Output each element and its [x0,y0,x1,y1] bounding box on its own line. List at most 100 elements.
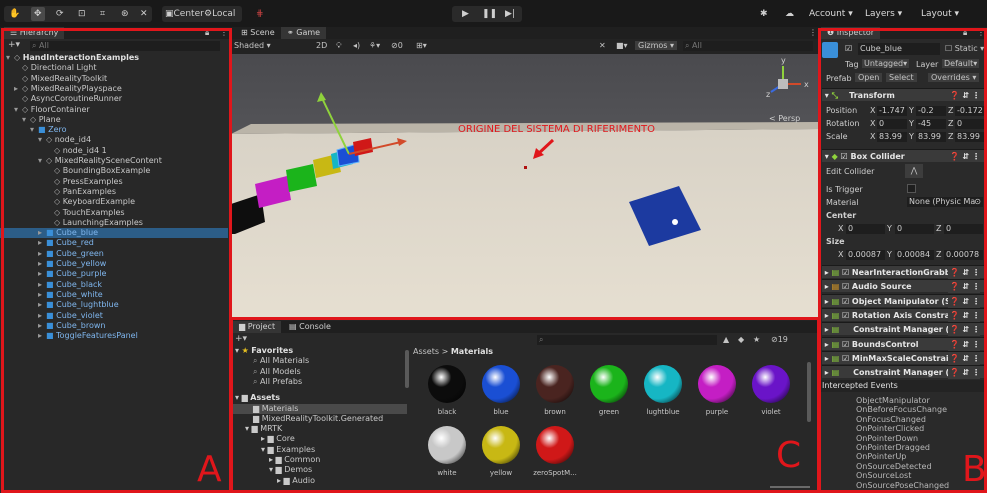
component-header[interactable]: ▸ ▤ Constraint Manager (Sc ❓ ⇵ ⋮ [822,322,986,337]
project-tree-item[interactable]: ▸ ▆ Common [231,455,407,465]
component-menu-icon[interactable]: ❓ ⇵ ⋮ [947,266,980,279]
collider-value-field[interactable]: 0 [944,224,983,234]
hidden-packages-icon[interactable]: ⊘19 [771,335,788,344]
component-header[interactable]: ▸ ▤ ☑ Audio Source ❓ ⇵ ⋮ [822,279,986,294]
hierarchy-item[interactable]: ▾ ◇ HandInteractionExamples [0,53,228,63]
grid-snap-icon[interactable]: ⋕ [256,7,264,21]
component-menu-icon[interactable]: ❓ ⇵ ⋮ [947,351,980,365]
shading-dropdown[interactable]: Shaded ▾ [234,41,271,50]
hierarchy-item[interactable]: ◇ PressExamples [0,177,228,187]
hierarchy-item[interactable]: ◇ PanExamples [0,187,228,197]
hierarchy-item[interactable]: ▸ ■ Cube_brown [0,321,228,331]
project-search-input[interactable]: ⌕ [537,335,717,345]
project-tree-item[interactable]: ▾ ▆ Assets [231,393,407,403]
hierarchy-item[interactable]: ◇ BoundingBoxExample [0,166,228,176]
transform-value-field[interactable]: -0.2 [916,106,946,116]
tree-scrollbar[interactable] [405,350,409,388]
transform-header[interactable]: ▾ ⤡ Transform ❓ ⇵ ⋮ [822,88,986,101]
layout-dropdown[interactable]: Layout ▾ [921,7,959,21]
rect-tool-icon[interactable]: ⌗ [100,7,105,21]
hierarchy-item[interactable]: ▸ ■ Cube_yellow [0,259,228,269]
collider-value-field[interactable]: 0.00087 [846,250,885,260]
step-icon[interactable]: ▶| [505,7,515,21]
collider-value-field[interactable]: 0 [846,224,885,234]
layers-dropdown[interactable]: Layers ▾ [865,7,902,21]
hierarchy-item[interactable]: ▾ ■ Zero [0,125,228,135]
add-icon[interactable]: +▾ [8,40,20,50]
project-add-icon[interactable]: +▾ [235,334,247,344]
material-thumbnail[interactable] [752,365,790,403]
zoom-slider[interactable] [770,486,810,488]
expand-arrow-icon[interactable]: ▾ [22,115,30,125]
component-header[interactable]: ▸ ▤ ☑ Object Manipulator (Sc ❓ ⇵ ⋮ [822,293,986,308]
effects-icon[interactable]: ⚘▾ [369,41,380,50]
hierarchy-item[interactable]: ◇ Directional Light [0,63,228,73]
tab-game[interactable]: ⚭ Game [281,27,327,39]
expand-arrow-icon[interactable]: ▸ [38,280,46,290]
expand-arrow-icon[interactable]: ▾ [14,105,22,115]
expand-arrow-icon[interactable]: ▸ [38,269,46,279]
transform-value-field[interactable]: 0 [955,119,985,129]
move-tool-icon[interactable]: ✥ [31,7,45,21]
material-thumbnail[interactable] [698,365,736,403]
material-thumbnail[interactable] [482,365,520,403]
expand-arrow-icon[interactable]: ▸ [38,311,46,321]
expand-arrow-icon[interactable]: ▸ [38,228,46,238]
gizmos-dropdown[interactable]: Gizmos ▾ [635,41,678,50]
component-menu-icon[interactable]: ❓ ⇵ ⋮ [947,294,980,308]
component-header[interactable]: ▸ ▤ ☑ MinMaxScaleConstrain ❓ ⇵ ⋮ [822,350,986,365]
audio-icon[interactable]: ◂) [353,41,360,50]
expand-arrow-icon[interactable]: ▸ [38,259,46,269]
favorite-icon[interactable]: ★ [753,335,760,344]
transform-value-field[interactable]: 83.99 [955,132,985,142]
component-menu-icon[interactable]: ❓ ⇵ ⋮ [947,323,980,337]
pause-icon[interactable]: ❚❚ [482,7,497,21]
hierarchy-item[interactable]: ▸ ■ Cube_black [0,280,228,290]
hidden-objects-icon[interactable]: ⊘0 [391,41,403,50]
hierarchy-item[interactable]: ◇ MixedRealityToolkit [0,74,228,84]
component-header[interactable]: ▸ ▤ ☑ Rotation Axis Constrain ❓ ⇵ ⋮ [822,307,986,322]
object-name-field[interactable]: Cube_blue [858,43,940,55]
hand-tool-icon[interactable]: ✋ [9,7,20,21]
hierarchy-item[interactable]: ▸ ■ Cube_white [0,290,228,300]
expand-arrow-icon[interactable]: ▾ [6,53,14,63]
hierarchy-item[interactable]: ▸ ■ Cube_violet [0,311,228,321]
hierarchy-item[interactable]: ▸ ■ Cube_purple [0,269,228,279]
hierarchy-item[interactable]: ▸ ■ Cube_green [0,249,228,259]
project-tree-item[interactable]: ▾ ▆ MRTK [231,424,407,434]
collider-value-field[interactable]: 0 [895,224,934,234]
project-tree-item[interactable]: ⌕ All Materials [231,356,407,366]
hierarchy-item[interactable]: ◇ AsyncCoroutineRunner [0,94,228,104]
scale-tool-icon[interactable]: ⊡ [78,7,86,21]
edit-collider-button[interactable]: ⋀ [905,164,923,178]
material-thumbnail[interactable] [590,365,628,403]
scene-menu-icon[interactable]: ⋮ [809,28,817,37]
expand-arrow-icon[interactable]: ▾ [30,125,38,135]
camera-icon[interactable]: ■▾ [616,41,628,50]
project-tree-item[interactable]: ⌕ All Prefabs [231,377,407,387]
material-thumbnail[interactable] [644,365,682,403]
project-tree-item[interactable]: ▾ ▆ Demos [231,465,407,475]
hierarchy-item[interactable]: ◇ LaunchingExamples [0,218,228,228]
component-menu-icon[interactable]: ❓ ⇵ ⋮ [947,337,980,351]
material-thumbnail[interactable] [428,365,466,403]
project-tree-item[interactable]: ▾ ▆ Examples [231,445,407,455]
expand-arrow-icon[interactable]: ▸ [38,290,46,300]
collider-value-field[interactable]: 0.00078 [944,250,983,260]
tag-dropdown[interactable]: Untagged▾ [862,59,910,68]
hierarchy-item[interactable]: ▾ ◇ node_id4 [0,135,228,145]
expand-arrow-icon[interactable]: ▸ [38,321,46,331]
inspector-menu-icon[interactable]: ⋮ [977,28,985,37]
expand-arrow-icon[interactable]: ▸ [38,238,46,248]
transform-value-field[interactable]: -1.747 [877,106,907,116]
material-field[interactable]: None (Physic Ma ⊙ [907,197,983,207]
project-tree-item[interactable]: ▸ ▆ Audio [231,476,407,486]
grid-icon[interactable]: ⊞▾ [416,41,427,50]
persp-label[interactable]: < Persp [769,114,800,123]
lock-icon[interactable]: 🔒︎ [205,28,209,38]
tab-project[interactable]: ▆ Project [233,321,282,333]
prefab-overrides-dropdown[interactable]: Overrides ▾ [928,73,980,82]
breadcrumb-materials[interactable]: Materials [451,347,493,356]
play-icon[interactable]: ▶ [462,7,469,21]
tab-console[interactable]: ▤ Console [283,321,337,333]
